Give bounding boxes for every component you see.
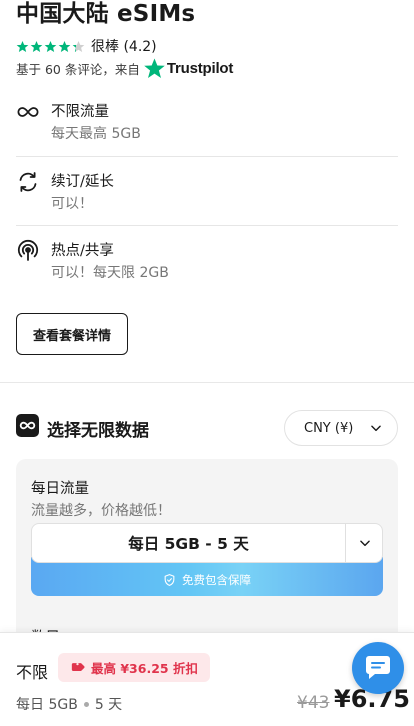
infinity-icon	[17, 107, 39, 117]
star-icon	[58, 40, 71, 52]
feature-title: 不限流量	[51, 104, 109, 120]
plan-days: 5 天	[94, 697, 123, 713]
price-tag-icon	[71, 662, 85, 672]
plan-size: 每日 5GB	[16, 697, 78, 713]
plan-card-title: 每日流量	[31, 481, 89, 497]
feature-title: 热点/共享	[51, 243, 114, 259]
page-title: 中国大陆 eSIMs	[16, 1, 196, 27]
selected-plan-value: 每日 5GB - 5 天	[128, 535, 249, 553]
original-price: ¥43	[297, 693, 330, 713]
rating-row: 很棒 (4.2)	[16, 36, 157, 56]
divider	[16, 156, 398, 157]
protection-text: 免费包含保障	[182, 572, 251, 587]
plan-card-subtitle: 流量越多，价格越低！	[31, 503, 171, 519]
rating-stars	[16, 40, 85, 53]
reviews-count-text: 基于 60 条评论，来自	[16, 62, 140, 77]
unlimited-data-icon	[16, 414, 39, 437]
feature-subtitle: 每天最高 5GB	[51, 126, 141, 142]
refresh-icon	[19, 172, 37, 192]
feature-hotspot: 热点/共享 可以！每天限 2GB	[16, 239, 398, 285]
feature-title: 续订/延长	[51, 174, 114, 190]
shield-check-icon	[164, 573, 175, 586]
discount-badge: 最高 ¥36.25 折扣	[58, 653, 210, 682]
trustpilot-label: Trustpilot	[166, 60, 234, 77]
plan-card: 每日流量 流量越多，价格越低！ 每日 5GB - 5 天 免费包含保障 数目	[16, 459, 398, 659]
select-unlimited-title: 选择无限数据	[47, 421, 149, 441]
view-plan-details-button[interactable]: 查看套餐详情	[16, 313, 128, 355]
currency-selector[interactable]: CNY (¥)	[284, 410, 398, 446]
hotspot-icon	[17, 239, 39, 261]
chat-bubble-icon	[366, 656, 390, 679]
feature-renew: 续订/延长 可以！	[16, 170, 398, 216]
star-icon	[30, 40, 43, 52]
chat-support-button[interactable]	[352, 642, 404, 694]
currency-label: CNY (¥)	[304, 420, 354, 436]
feature-unlimited-data: 不限流量 每天最高 5GB	[16, 100, 398, 146]
discount-text: 最高 ¥36.25 折扣	[91, 661, 198, 676]
plan-dropdown[interactable]: 每日 5GB - 5 天	[31, 523, 383, 563]
plan-name: 不限	[16, 663, 49, 682]
plan-summary: 每日 5GB 5 天	[16, 694, 122, 714]
star-half-icon	[72, 40, 85, 52]
trustpilot-star-icon	[144, 58, 165, 78]
reviews-row: 基于 60 条评论，来自 Trustpilot	[16, 58, 233, 79]
trustpilot-logo[interactable]: Trustpilot	[144, 58, 233, 79]
checkout-bar: 不限 最高 ¥36.25 折扣 每日 5GB 5 天 ¥43 ¥6.75	[0, 632, 414, 726]
star-icon	[44, 40, 57, 52]
plan-dropdown-toggle[interactable]	[346, 524, 383, 562]
feature-subtitle: 可以！	[51, 196, 93, 212]
separator-dot	[83, 701, 89, 707]
divider	[16, 225, 398, 226]
rating-text: 很棒 (4.2)	[91, 39, 157, 55]
section-divider	[0, 382, 414, 383]
feature-subtitle: 可以！每天限 2GB	[51, 265, 169, 281]
star-icon	[16, 40, 29, 52]
chevron-down-icon	[359, 540, 370, 547]
chevron-down-icon	[371, 425, 382, 432]
